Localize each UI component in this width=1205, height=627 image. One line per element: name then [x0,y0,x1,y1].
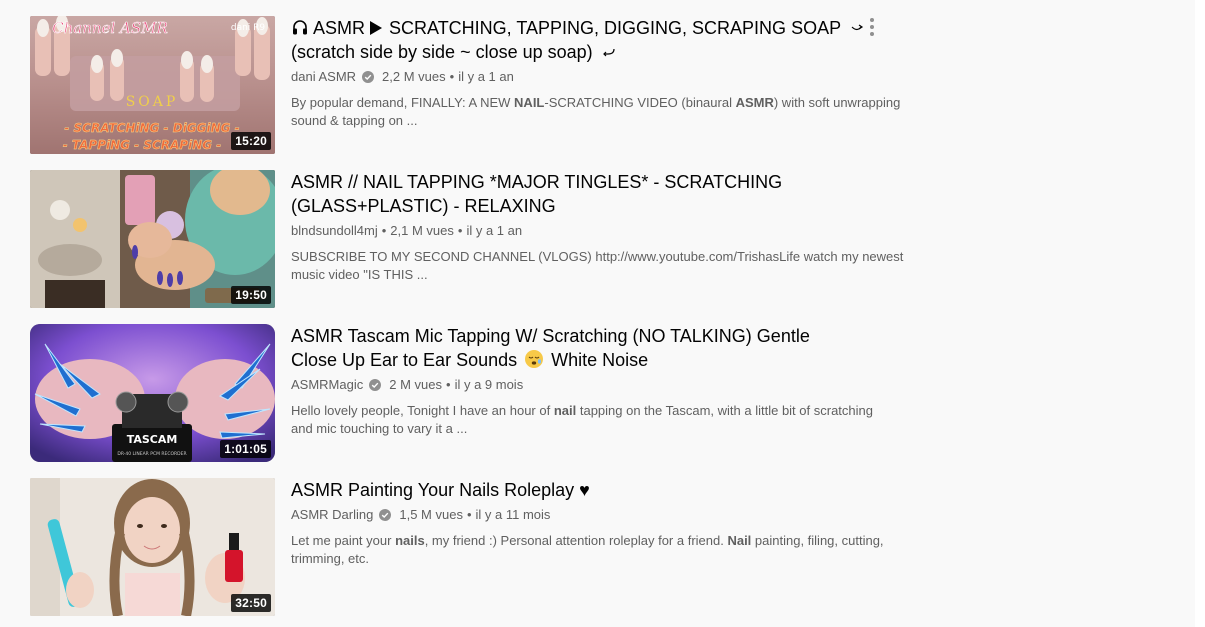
desc-highlight: NAIL [514,95,545,110]
view-count: 2,1 M vues [390,223,454,238]
meta-separator: • [381,223,387,238]
video-title-part: SCRATCHING, TAPPING, DIGGING, SCRAPING S… [389,18,841,38]
video-title-part: Close Up Ear to Ear Sounds [291,350,518,370]
video-title-part: White Noise [551,350,649,370]
video-title-part: ASMR Tascam Mic Tapping W/ Scratching (N… [291,326,810,346]
thumbnail-mid-text: SOAP [126,94,179,110]
upload-age: il y a 1 an [458,69,514,84]
search-results-list: Channel ASMR dani R9 SOAP - SCRATCHiNG -… [0,0,1195,627]
play-triangle-icon [370,21,383,35]
thumbnail-top-text: Channel ASMR [52,19,168,37]
upload-age: il y a 11 mois [475,507,551,522]
desc-text: ) with soft unwrapping [773,95,901,110]
channel-name[interactable]: dani ASMR [291,68,356,86]
upload-age: il y a 1 an [466,223,523,238]
video-duration-badge: 32:50 [231,594,271,612]
thumbnail-brand-text: TASCAM [127,433,178,446]
video-result-3[interactable]: TASCAM DR-40 LINEAR PCM RECORDER 1:01:05… [30,324,890,462]
video-info: ASMR SCRATCHING, TAPPING, DIGGING, SCRAPI… [291,16,900,130]
thumbnail-corner-text: dani R9 [231,23,266,33]
headphones-icon [293,20,307,35]
sleepy-face-icon [525,350,544,368]
video-thumbnail[interactable]: 32:50 [30,478,275,616]
more-vert-icon[interactable] [868,16,876,38]
desc-text: tapping on the Tascam, with a little bit… [576,403,873,418]
video-result-2[interactable]: 19:50 ASMR // NAIL TAPPING *MAJOR TINGLE… [30,170,903,308]
video-thumbnail[interactable]: Channel ASMR dani R9 SOAP - SCRATCHiNG -… [30,16,275,154]
desc-text: Let me paint your [291,533,396,548]
desc-text: painting, filing, cutting, [751,533,884,548]
thumbnail-bottom-text-1: - SCRATCHiNG - DiGGiNG - [64,121,239,135]
desc-text: and mic touching to vary it a ... [291,421,468,436]
desc-highlight: nail [553,403,577,418]
channel-name[interactable]: blndsundoll4mj [291,222,378,240]
desc-highlight: ASMR [735,95,774,110]
desc-text: Hello lovely people, Tonight I have an h… [291,403,554,418]
video-info: ASMR Tascam Mic Tapping W/ Scratching (N… [291,324,873,438]
video-duration-badge: 19:50 [231,286,271,304]
meta-separator: • [457,223,463,238]
thumbnail-bottom-text-2: - TAPPiNG - SCRAPiNG - [63,138,222,152]
video-result-1[interactable]: Channel ASMR dani R9 SOAP - SCRATCHiNG -… [30,16,900,154]
desc-text: By popular demand, FINALLY: A NEW [291,95,515,110]
video-description: SUBSCRIBE TO MY SECOND CHANNEL (VLOGS) h… [291,248,904,284]
video-result-4[interactable]: 32:50 ASMR Painting Your Nails Roleplay … [30,478,890,616]
upload-age: il y a 9 mois [454,377,524,392]
verified-check-icon [379,509,392,521]
desc-text: , my friend :) Personal attention rolepl… [424,533,728,548]
channel-name[interactable]: ASMR Darling [291,506,373,524]
video-description: Hello lovely people, Tonight I have an h… [291,402,891,438]
video-title[interactable]: ASMR SCRATCHING, TAPPING, DIGGING, SCRAPI… [291,16,863,64]
video-duration-badge: 15:20 [231,132,271,150]
video-title-part: ASMR Painting Your Nails Roleplay ♥ [291,480,590,500]
curved-arrow-icon [851,24,863,31]
view-count: 2,2 M vues [382,69,446,84]
video-thumbnail[interactable]: TASCAM DR-40 LINEAR PCM RECORDER 1:01:05 [30,324,275,462]
desc-text: SUBSCRIBE TO MY SECOND CHANNEL (VLOGS) h… [291,249,904,264]
desc-highlight: Nail [727,533,752,548]
video-info: ASMR Painting Your Nails Roleplay ♥ ASMR… [291,478,884,568]
desc-highlight: nails [395,533,425,548]
video-title-part: ASMR [313,18,366,38]
view-count: 2 M vues [389,377,442,392]
video-title-part: (GLASS+PLASTIC) - RELAXING [291,196,556,216]
meta-separator: • [466,507,472,522]
video-meta: ASMR Darling 1,5 M vues • il y a 11 mois [291,506,851,524]
video-description: By popular demand, FINALLY: A NEW NAIL-S… [291,94,900,130]
meta-separator: • [449,69,455,84]
video-duration-badge: 1:01:05 [220,440,271,458]
meta-separator: • [446,377,451,392]
verified-check-icon [362,71,375,83]
video-title[interactable]: ASMR Painting Your Nails Roleplay ♥ [291,478,851,502]
desc-text: trimming, etc. [291,551,370,566]
video-title-part: ASMR // NAIL TAPPING *MAJOR TINGLES* - S… [291,172,783,192]
video-info: ASMR // NAIL TAPPING *MAJOR TINGLES* - S… [291,170,903,284]
channel-name[interactable]: ASMRMagic [291,376,363,394]
verified-check-icon [369,379,382,391]
video-description: Let me paint your nails, my friend :) Pe… [291,532,891,568]
return-arrow-icon [602,48,615,57]
video-title-part: (scratch side by side ~ close up soap) [291,42,593,62]
video-title[interactable]: ASMR Tascam Mic Tapping W/ Scratching (N… [291,324,851,372]
video-title[interactable]: ASMR // NAIL TAPPING *MAJOR TINGLES* - S… [291,170,851,218]
page-edge [1195,0,1205,627]
thumbnail-model-text: DR-40 LINEAR PCM RECORDER [117,451,186,457]
desc-text: sound & tapping on ... [291,113,418,128]
desc-text: -SCRATCHING VIDEO (binaural [544,95,736,110]
video-meta: dani ASMR 2,2 M vues • il y a 1 an [291,68,851,86]
view-count: 1,5 M vues [399,507,463,522]
video-meta: ASMRMagic 2 M vues • il y a 9 mois [291,376,851,394]
video-meta: blndsundoll4mj • 2,1 M vues • il y a 1 a… [291,222,851,240]
video-thumbnail[interactable]: 19:50 [30,170,275,308]
desc-text: music video "IS THIS ... [291,267,428,282]
